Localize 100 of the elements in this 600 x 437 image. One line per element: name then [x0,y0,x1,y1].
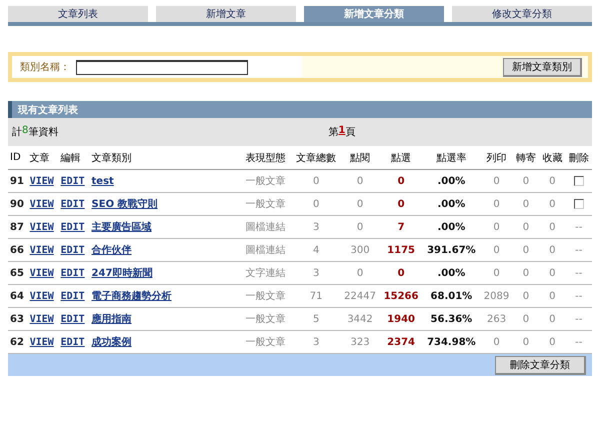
edit-link[interactable]: EDIT [60,290,85,302]
table-cell: 71 [292,284,340,308]
table-cell: 3 [292,216,340,238]
category-name-field[interactable] [76,60,248,74]
table-cell: 0 [539,238,566,262]
delete-unavailable: -- [575,336,582,348]
table-cell: 3442 [340,308,380,330]
tab[interactable]: 文章列表 [8,6,148,22]
view-link[interactable]: VIEW [30,244,54,256]
type-cell: 一般文章 [244,284,292,308]
delete-unavailable: -- [575,314,582,324]
edit-link[interactable]: EDIT [60,198,85,210]
table-cell: 0 [292,170,340,192]
table-cell: 0 [539,170,566,192]
view-link[interactable]: VIEW [30,336,54,348]
id-cell: 87 [8,216,28,238]
table-cell: 2089 [480,284,513,308]
table-cell: 0 [512,284,540,308]
table-cell: 0 [292,192,340,216]
field-label: 類別名稱： [20,60,70,74]
delete-unavailable: -- [575,290,582,302]
record-count: 計8筆資料 [12,125,58,139]
category-link[interactable]: SEO 教戰守則 [92,199,158,210]
table-cell: 0 [512,238,540,262]
table-cell: 22447 [340,284,380,308]
rate-cell: 391.67% [422,238,480,262]
type-cell: 圖檔連結 [244,238,292,262]
table-cell: 0 [539,308,566,330]
category-link[interactable]: test [92,176,114,186]
tab[interactable]: 新增文章 [156,6,296,22]
edit-link[interactable]: EDIT [60,176,85,186]
table-cell: 3 [292,262,340,284]
table-cell: 263 [480,308,513,330]
clicks-cell: 1175 [380,238,422,262]
category-link[interactable]: 成功案例 [92,337,132,348]
rate-cell: .00% [422,216,480,238]
clicks-cell: 0 [380,262,422,284]
view-link[interactable]: VIEW [30,222,54,232]
table-cell: 0 [539,192,566,216]
view-link[interactable]: VIEW [30,268,54,278]
rate-cell: .00% [422,262,480,284]
table-cell: 0 [539,216,566,238]
table-cell: 0 [480,192,513,216]
id-cell: 65 [8,262,28,284]
id-cell: 90 [8,192,28,216]
table-cell: 0 [480,238,513,262]
edit-link[interactable]: EDIT [60,268,85,278]
delete-unavailable: -- [575,222,582,232]
rate-cell: 56.36% [422,308,480,330]
delete-unavailable: -- [575,268,582,278]
table-cell: 0 [512,192,540,216]
edit-link[interactable]: EDIT [60,244,85,256]
table-cell: 0 [340,262,380,284]
type-cell: 一般文章 [244,192,292,216]
table-cell: 0 [480,170,513,192]
table-cell: 0 [512,308,540,330]
table-cell: 0 [512,262,540,284]
table-cell: 0 [340,216,380,238]
id-cell: 91 [8,170,28,192]
table-cell: 0 [539,284,566,308]
category-link[interactable]: 電子商務趨勢分析 [92,291,172,302]
view-link[interactable]: VIEW [30,290,54,302]
table-cell: 0 [340,170,380,192]
tab[interactable]: 修改文章分類 [452,6,592,22]
view-link[interactable]: VIEW [30,198,54,210]
delete-checkbox[interactable] [574,198,584,209]
table-cell: 0 [480,216,513,238]
category-link[interactable]: 合作伙伴 [92,245,132,256]
category-link[interactable]: 主要廣告區域 [92,222,152,233]
view-link[interactable]: VIEW [30,314,54,324]
id-cell: 63 [8,308,28,330]
category-link[interactable]: 247即時新聞 [92,268,152,279]
clicks-cell: 0 [380,170,422,192]
section-title: 現有文章列表 [18,103,78,116]
table-cell: 0 [539,262,566,284]
table-cell: 0 [480,262,513,284]
edit-link[interactable]: EDIT [60,314,85,324]
type-cell: 文字連結 [244,262,292,284]
add-category-button[interactable]: 新增文章類別 [503,58,582,76]
delete-checkbox[interactable] [574,176,584,186]
delete-category-button[interactable]: 刪除文章分類 [495,356,586,374]
type-cell: 一般文章 [244,308,292,330]
table-cell: 0 [512,170,540,192]
clicks-cell: 1940 [380,308,422,330]
rate-cell: .00% [422,192,480,216]
delete-unavailable: -- [575,244,582,256]
type-cell: 一般文章 [244,170,292,192]
table-cell: 0 [340,192,380,216]
page-indicator: 第1頁 [328,125,356,139]
edit-link[interactable]: EDIT [60,222,85,232]
rate-cell: .00% [422,170,480,192]
edit-link[interactable]: EDIT [60,336,85,348]
clicks-cell: 15266 [380,284,422,308]
table-cell: 300 [340,238,380,262]
clicks-cell: 0 [380,192,422,216]
category-link[interactable]: 應用指南 [92,314,132,325]
rate-cell: 68.01% [422,284,480,308]
view-link[interactable]: VIEW [30,176,54,186]
table-cell: 0 [512,216,540,238]
clicks-cell: 7 [380,216,422,238]
